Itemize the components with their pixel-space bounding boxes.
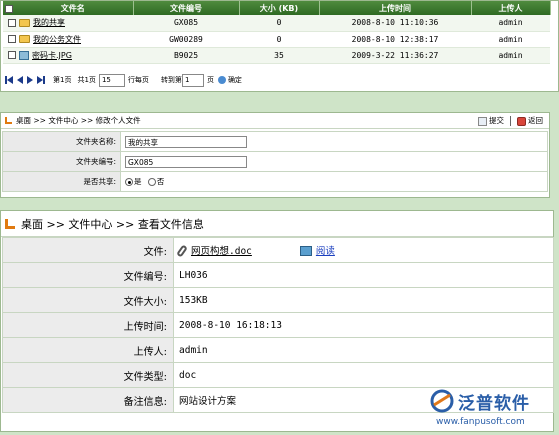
- toolbar: 提交 返回: [478, 115, 543, 126]
- col-header-time[interactable]: 上传时间: [319, 1, 472, 15]
- info-label: 备注信息:: [2, 387, 174, 413]
- arrow-icon: [5, 218, 15, 229]
- row-checkbox[interactable]: [8, 51, 16, 59]
- info-label: 上传人:: [2, 337, 174, 363]
- uploader: admin: [471, 15, 550, 32]
- info-label: 文件类型:: [2, 362, 174, 388]
- table-row[interactable]: 我的共享 GX085 0 2008-8-10 11:10:36 admin: [3, 15, 550, 32]
- read-icon[interactable]: [299, 246, 312, 257]
- folder-name-input[interactable]: 我的共享: [125, 135, 247, 148]
- folder-code-input[interactable]: GX085: [125, 155, 247, 168]
- file-code: GX085: [133, 15, 239, 32]
- pager: 第1页 共1页 15 行每页 转到第 1 页 确定: [5, 71, 550, 89]
- folder-name-label: 文件夹名称:: [2, 131, 121, 152]
- brand-url: www.fanpusoft.com: [436, 417, 525, 427]
- info-value: LH036: [173, 262, 554, 288]
- read-link[interactable]: 阅读: [316, 246, 335, 257]
- last-page-button[interactable]: [37, 76, 45, 84]
- col-header-name[interactable]: 文件名: [3, 1, 134, 15]
- back-icon: [517, 116, 526, 126]
- file-name-link[interactable]: 我的公务文件: [33, 35, 81, 44]
- page-suffix: 页: [206, 76, 214, 84]
- toolbar-divider: [510, 115, 511, 126]
- brand-logo-icon: [430, 389, 454, 413]
- file-code: B9025: [133, 47, 239, 64]
- confirm-icon[interactable]: [217, 76, 226, 84]
- col-header-user[interactable]: 上传人: [471, 1, 551, 15]
- file-size: 0: [239, 15, 319, 32]
- upload-time: 2009-3-22 11:36:27: [319, 47, 471, 64]
- select-all-checkbox[interactable]: [5, 4, 13, 13]
- current-page-text: 第1页: [53, 76, 72, 84]
- share-no-radio[interactable]: 否: [144, 177, 164, 186]
- file-size: 35: [239, 47, 319, 64]
- folder-icon: [19, 35, 30, 43]
- uploader: admin: [471, 47, 550, 64]
- folder-code-label: 文件夹编号:: [2, 151, 121, 172]
- upload-time: 2008-8-10 12:38:17: [319, 31, 471, 48]
- submit-icon: [478, 116, 487, 126]
- back-button[interactable]: 返回: [517, 115, 543, 126]
- share-label: 是否共享:: [2, 171, 121, 192]
- info-value: doc: [173, 362, 554, 388]
- edit-folder-form: 文件夹名称: 我的共享 文件夹编号: GX085 是否共享: 是 否: [2, 131, 548, 192]
- table-header: 文件名 文件编号 大小 (KB) 上传时间 上传人: [3, 1, 551, 15]
- info-value: admin: [173, 337, 554, 363]
- goto-label: 转到第: [160, 76, 182, 84]
- row-checkbox[interactable]: [8, 35, 16, 43]
- next-page-button[interactable]: [27, 76, 33, 84]
- file-code: GW00289: [133, 31, 239, 48]
- image-file-icon: [19, 50, 29, 60]
- file-list-panel: 文件名 文件编号 大小 (KB) 上传时间 上传人 我的共享 GX085 0 2…: [0, 0, 559, 92]
- file-name-link[interactable]: 密码卡.JPG: [32, 51, 72, 60]
- brand-name: 泛普软件: [458, 394, 530, 414]
- file-size: 0: [239, 31, 319, 48]
- prev-page-button[interactable]: [17, 76, 23, 84]
- file-download-link[interactable]: 网页构想.doc: [191, 246, 252, 257]
- confirm-button[interactable]: 确定: [228, 75, 242, 85]
- info-value: 153KB: [173, 287, 554, 313]
- submit-button[interactable]: 提交: [478, 115, 504, 126]
- attachment-icon: [176, 244, 188, 258]
- per-page-label: 行每页: [127, 76, 149, 84]
- info-value: 2008-8-10 16:18:13: [173, 312, 554, 338]
- app-root: 文件名 文件编号 大小 (KB) 上传时间 上传人 我的共享 GX085 0 2…: [0, 0, 559, 435]
- breadcrumb: 桌面 >> 文件中心 >> 修改个人文件: [16, 116, 141, 125]
- info-label: 文件大小:: [2, 287, 174, 313]
- file-table: 文件名 文件编号 大小 (KB) 上传时间 上传人 我的共享 GX085 0 2…: [3, 1, 551, 64]
- upload-time: 2008-8-10 11:10:36: [319, 15, 471, 32]
- file-info-header: 桌面 >> 文件中心 >> 查看文件信息: [1, 211, 553, 237]
- per-page-input[interactable]: 15: [98, 73, 125, 87]
- uploader: admin: [471, 31, 550, 48]
- brand-watermark: 泛普软件 www.fanpusoft.com: [428, 387, 556, 433]
- col-header-code[interactable]: 文件编号: [133, 1, 240, 15]
- share-yes-radio[interactable]: 是: [121, 177, 142, 186]
- file-label: 文件:: [2, 237, 174, 263]
- row-checkbox[interactable]: [8, 18, 16, 27]
- breadcrumb: 桌面 >> 文件中心 >> 查看文件信息: [21, 217, 204, 231]
- table-row[interactable]: 密码卡.JPG B9025 35 2009-3-22 11:36:27 admi…: [3, 47, 550, 64]
- col-header-size[interactable]: 大小 (KB): [239, 1, 320, 15]
- edit-folder-panel: 桌面 >> 文件中心 >> 修改个人文件 提交 返回 文件夹名称: 我的共享 文…: [0, 112, 550, 198]
- info-label: 文件编号:: [2, 262, 174, 288]
- file-name-link[interactable]: 我的共享: [33, 18, 65, 27]
- goto-page-input[interactable]: 1: [181, 73, 204, 87]
- first-page-button[interactable]: [5, 76, 13, 84]
- info-label: 上传时间:: [2, 312, 174, 338]
- table-row[interactable]: 我的公务文件 GW00289 0 2008-8-10 12:38:17 admi…: [3, 31, 550, 48]
- edit-folder-header: 桌面 >> 文件中心 >> 修改个人文件 提交 返回: [1, 113, 549, 129]
- arrow-icon: [5, 117, 12, 124]
- total-pages-text: 共1页: [77, 76, 96, 84]
- folder-icon: [19, 18, 30, 27]
